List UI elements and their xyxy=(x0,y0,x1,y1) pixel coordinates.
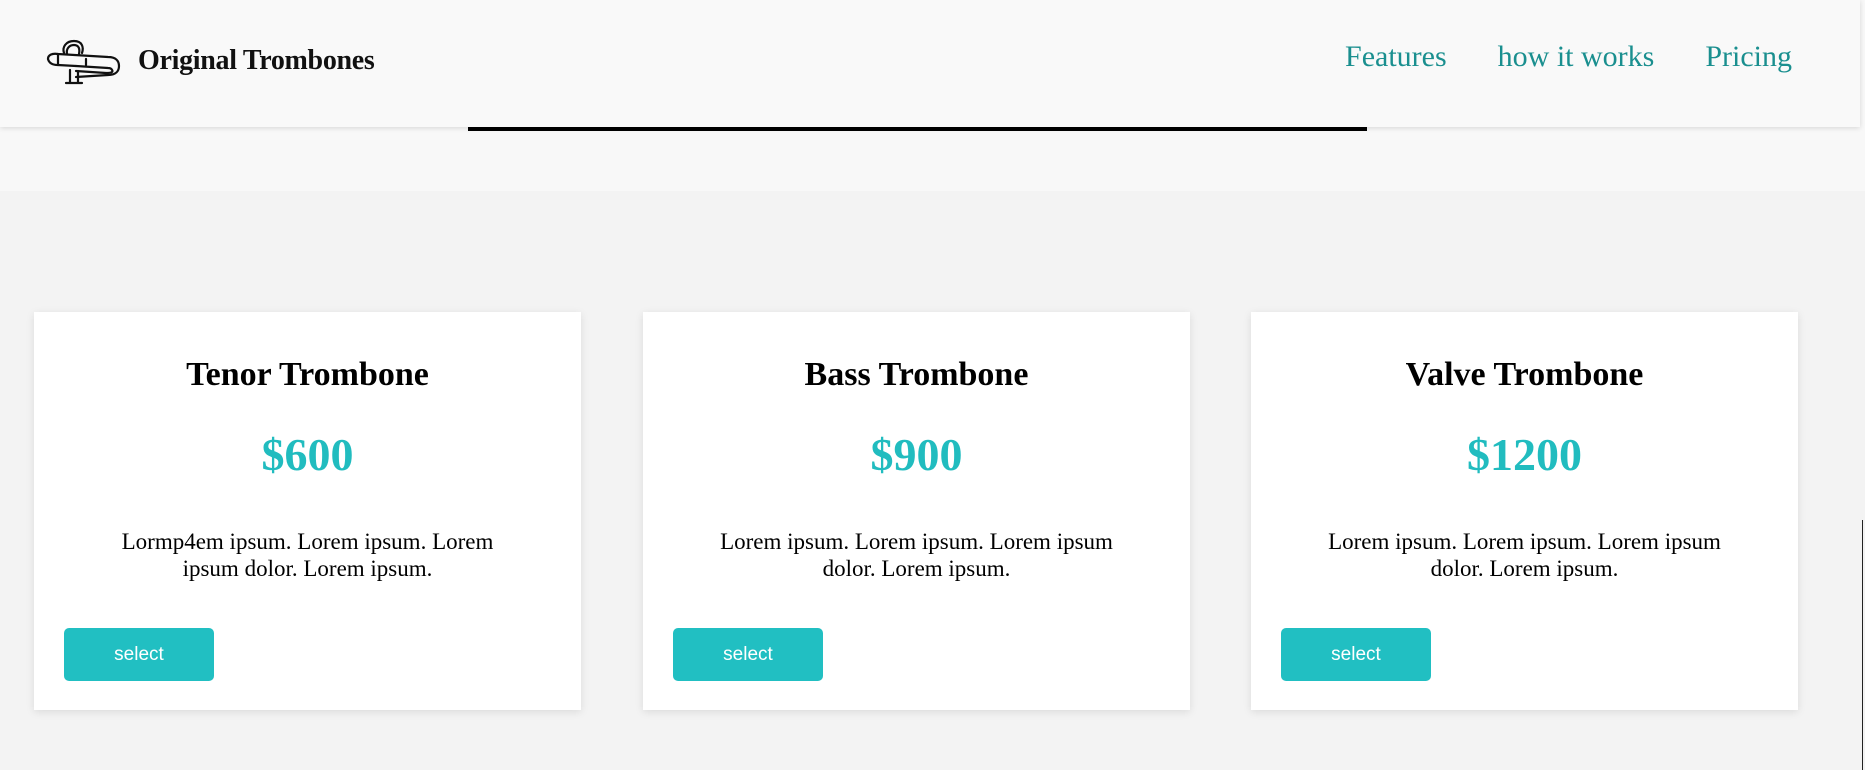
card-title: Tenor Trombone xyxy=(186,356,429,393)
brand[interactable]: Original Trombones xyxy=(46,30,375,92)
nav-link-features[interactable]: Features xyxy=(1345,40,1447,74)
card-description: Lorem ipsum. Lorem ipsum. Lorem ipsum do… xyxy=(720,529,1113,581)
main-nav: Features how it works Pricing xyxy=(1345,40,1792,74)
card-price: $900 xyxy=(870,429,963,480)
select-button-valve[interactable]: select xyxy=(1281,628,1431,681)
pricing-card-tenor: Tenor Trombone $600 Lormp4em ipsum. Lore… xyxy=(34,312,581,710)
select-button-bass[interactable]: select xyxy=(673,628,823,681)
card-price: $600 xyxy=(261,429,354,480)
card-description: Lorem ipsum. Lorem ipsum. Lorem ipsum do… xyxy=(1328,529,1721,581)
scrollbar-edge[interactable] xyxy=(1862,520,1863,770)
card-price: $1200 xyxy=(1467,429,1582,480)
site-header: Original Trombones Features how it works… xyxy=(0,0,1860,127)
nav-link-pricing[interactable]: Pricing xyxy=(1705,40,1792,74)
pricing-card-bass: Bass Trombone $900 Lorem ipsum. Lorem ip… xyxy=(643,312,1190,710)
pricing-card-valve: Valve Trombone $1200 Lorem ipsum. Lorem … xyxy=(1251,312,1798,710)
card-title: Valve Trombone xyxy=(1405,356,1644,393)
nav-link-how-it-works[interactable]: how it works xyxy=(1498,40,1655,74)
card-title: Bass Trombone xyxy=(804,356,1029,393)
select-button-tenor[interactable]: select xyxy=(64,628,214,681)
card-description: Lormp4em ipsum. Lorem ipsum. Lorem ipsum… xyxy=(121,529,494,581)
trombone-icon xyxy=(46,39,121,85)
page: Original Trombones Features how it works… xyxy=(0,0,1865,770)
active-section-underline xyxy=(468,127,1367,131)
brand-name: Original Trombones xyxy=(138,45,375,76)
